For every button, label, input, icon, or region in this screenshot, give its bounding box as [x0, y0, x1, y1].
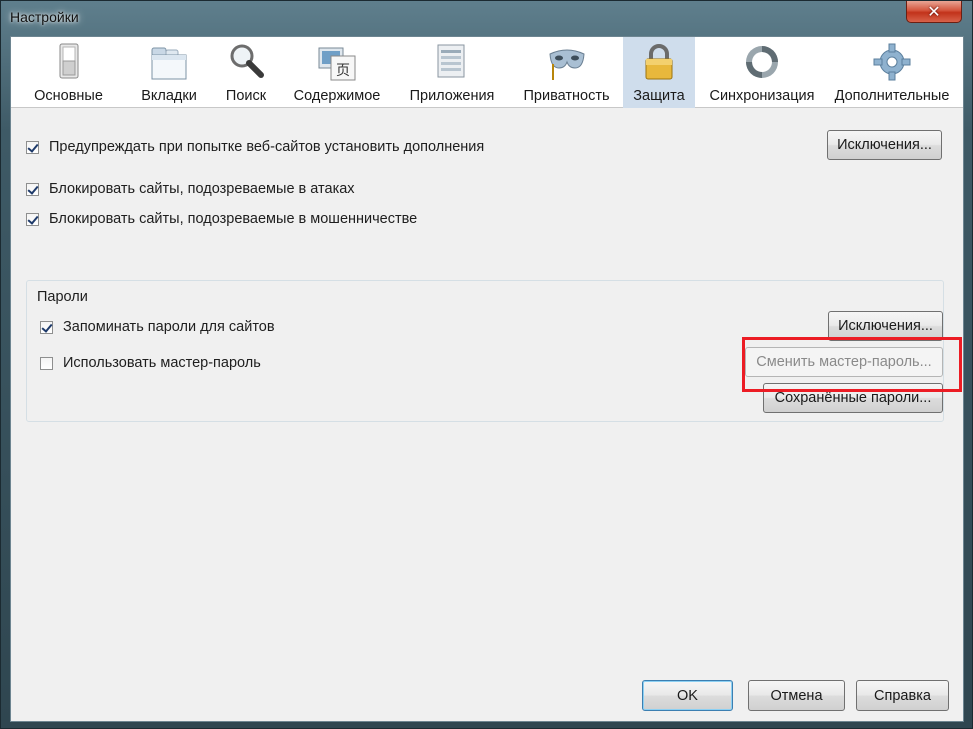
tab-security[interactable]: Защита	[623, 37, 695, 108]
help-button[interactable]: Справка	[856, 680, 949, 711]
window-title: Настройки	[10, 9, 79, 25]
title-bar[interactable]: Настройки ✕	[1, 1, 972, 35]
warn-addons-label: Предупреждать при попытке веб-сайтов уст…	[49, 139, 485, 155]
block-attack-label: Блокировать сайты, подозреваемые в атака…	[49, 181, 355, 197]
warn-addons-checkbox[interactable]	[26, 140, 39, 154]
block-forgery-label: Блокировать сайты, подозреваемые в мошен…	[49, 211, 418, 227]
ok-button[interactable]: OK	[642, 680, 733, 711]
magnifier-icon	[230, 44, 264, 78]
tab-tabs[interactable]: Вкладки	[126, 37, 212, 108]
switch-icon	[59, 43, 78, 79]
mask-icon	[548, 49, 585, 80]
cancel-button[interactable]: Отмена	[748, 680, 845, 711]
tab-label: Приложения	[409, 88, 495, 104]
close-icon: ✕	[927, 3, 941, 21]
tab-label: Синхронизация	[709, 88, 815, 104]
padlock-icon	[645, 44, 673, 80]
addons-exceptions-button[interactable]: Исключения...	[827, 130, 942, 160]
highlight-box	[742, 337, 962, 392]
tab-applications[interactable]: Приложения	[394, 37, 510, 108]
tab-general[interactable]: Основные	[11, 37, 126, 108]
close-button[interactable]: ✕	[906, 1, 962, 23]
sync-icon	[746, 46, 778, 78]
tab-label: Вкладки	[141, 88, 197, 104]
tab-search[interactable]: Поиск	[212, 37, 280, 108]
passwords-group-title: Пароли	[37, 289, 88, 305]
tab-label: Поиск	[225, 88, 267, 104]
remember-passwords-label: Запоминать пароли для сайтов	[63, 319, 275, 335]
settings-window: Настройки ✕ Основные Вкладки Поиск 页 Сод…	[0, 0, 973, 729]
tab-label: Защита	[633, 88, 685, 104]
block-attack-checkbox[interactable]	[26, 182, 39, 196]
applications-icon	[437, 44, 465, 78]
gear-icon	[873, 43, 911, 81]
tab-label: Основные	[34, 88, 103, 104]
block-forgery-row[interactable]: Блокировать сайты, подозреваемые в мошен…	[26, 211, 417, 227]
block-attack-row[interactable]: Блокировать сайты, подозреваемые в атака…	[26, 181, 355, 197]
tab-label: Дополнительные	[834, 88, 950, 104]
tab-advanced[interactable]: Дополнительные	[829, 37, 955, 108]
tab-privacy[interactable]: Приватность	[510, 37, 623, 108]
tab-label: Приватность	[523, 88, 610, 104]
tab-sync[interactable]: Синхронизация	[695, 37, 829, 108]
tab-label: Содержимое	[293, 88, 381, 104]
remember-passwords-checkbox[interactable]	[40, 320, 53, 334]
tab-content[interactable]: 页 Содержимое	[280, 37, 394, 108]
master-password-row[interactable]: Использовать мастер-пароль	[40, 355, 261, 371]
master-password-label: Использовать мастер-пароль	[63, 355, 261, 371]
svg-text:页: 页	[336, 63, 350, 79]
dialog-client-area: Основные Вкладки Поиск 页 Содержимое Прил…	[10, 36, 964, 722]
remember-passwords-row[interactable]: Запоминать пароли для сайтов	[40, 319, 275, 335]
category-toolbar: Основные Вкладки Поиск 页 Содержимое Прил…	[11, 37, 963, 108]
warn-addons-row[interactable]: Предупреждать при попытке веб-сайтов уст…	[26, 139, 484, 155]
tabs-icon	[151, 47, 187, 80]
block-forgery-checkbox[interactable]	[26, 212, 39, 226]
master-password-checkbox[interactable]	[40, 356, 53, 370]
content-icon: 页	[318, 47, 356, 81]
